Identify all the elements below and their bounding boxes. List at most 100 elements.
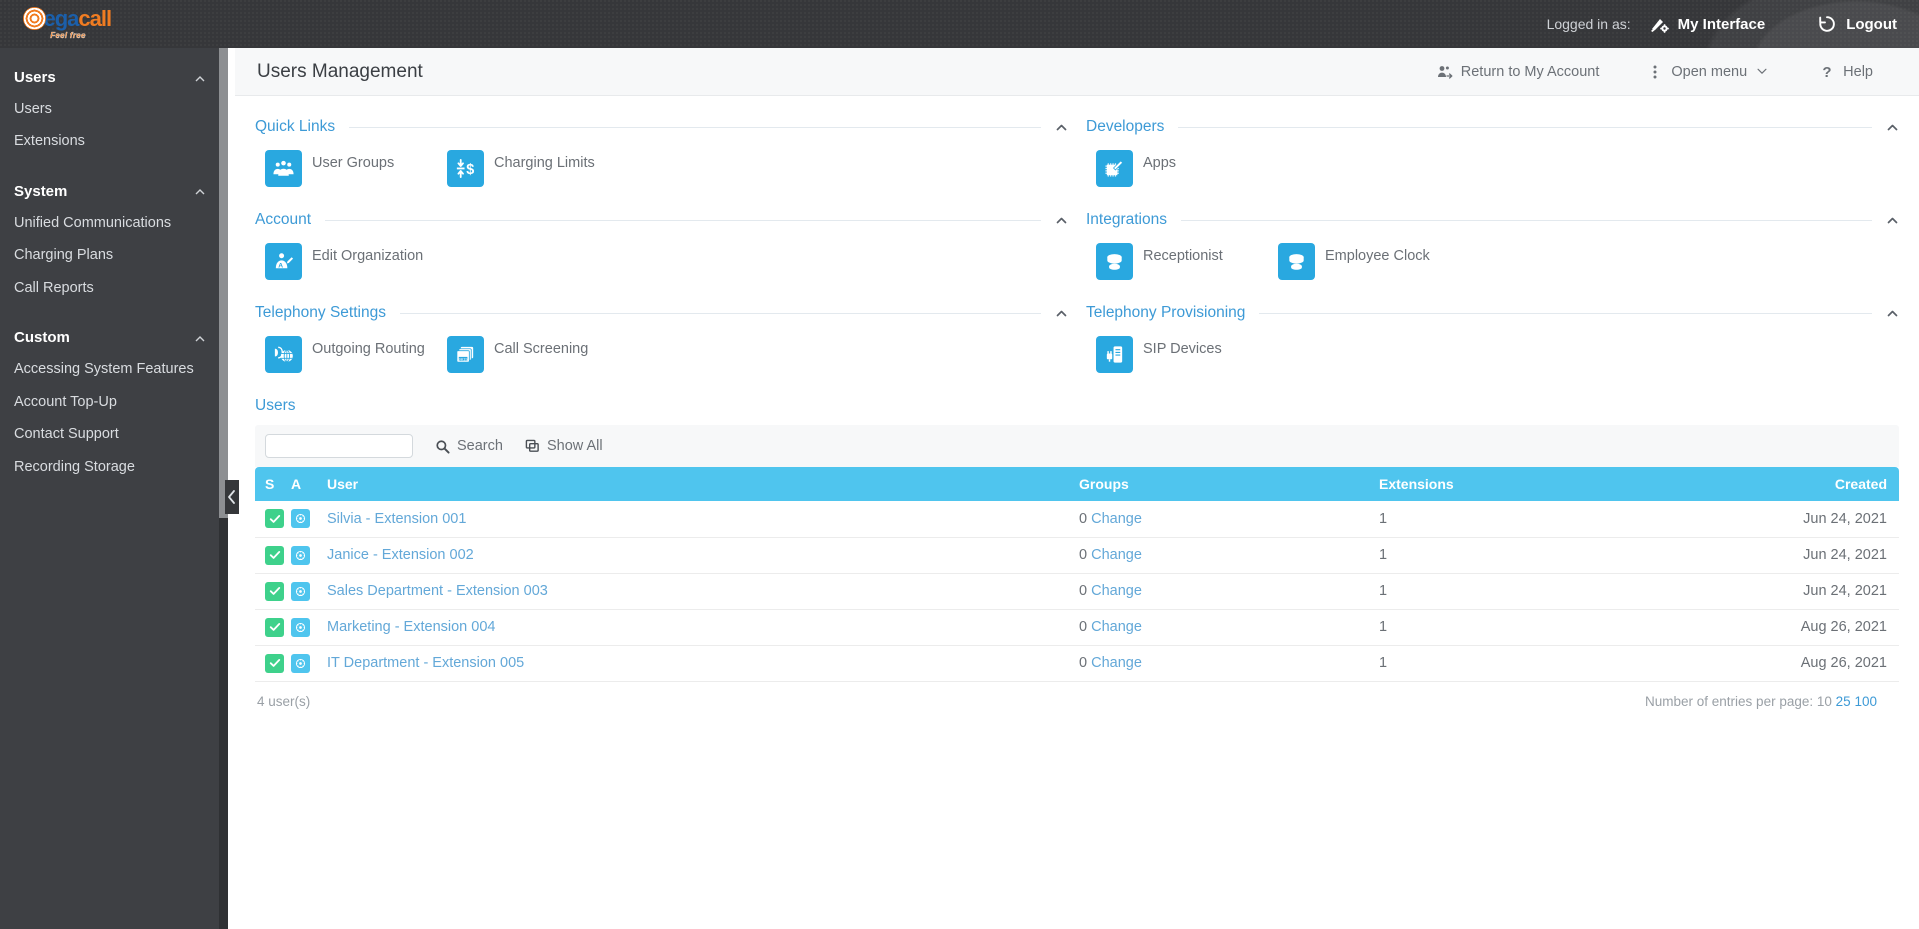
search-icon	[435, 439, 450, 454]
tile-outgoing-routing[interactable]: Outgoing Routing	[265, 336, 447, 373]
open-menu-button[interactable]: Open menu	[1623, 64, 1795, 80]
sidebar-scrollbar-thumb[interactable]	[219, 48, 228, 518]
user-link[interactable]: IT Department - Extension 005	[327, 655, 524, 671]
sections-right-column: Developers Apps Integrations Receptionis…	[1086, 112, 1899, 397]
sip-devices-icon	[1096, 336, 1133, 373]
logout-button[interactable]: Logout	[1817, 14, 1897, 34]
user-link[interactable]: Silvia - Extension 001	[327, 511, 466, 527]
cell-admin	[291, 609, 327, 646]
sidebar-group-header-users[interactable]: Users	[0, 62, 228, 93]
open-menu-label: Open menu	[1671, 63, 1748, 80]
entries-per-page-label: Number of entries per page:	[1645, 693, 1814, 709]
megacall-logo[interactable]: megacall Feel free	[14, 5, 122, 43]
gear-icon[interactable]	[291, 545, 310, 565]
cell-extensions: 1	[1379, 501, 1679, 538]
column-header-created[interactable]: Created	[1679, 467, 1899, 501]
logout-icon	[1817, 14, 1837, 34]
status-checkbox-icon[interactable]	[265, 581, 284, 601]
table-row[interactable]: Janice - Extension 002 0 Change 1 Jun 24…	[255, 537, 1899, 574]
sidebar-item-extensions[interactable]: Extensions	[0, 125, 228, 157]
gear-icon[interactable]	[291, 617, 310, 637]
status-checkbox-icon[interactable]	[265, 545, 284, 565]
users-table-body: Silvia - Extension 001 0 Change 1 Jun 24…	[255, 501, 1899, 682]
section-collapse-chevron-up-icon[interactable]	[1886, 307, 1899, 320]
tile-charging-limits[interactable]: $ Charging Limits	[447, 150, 629, 187]
tile-call-screening[interactable]: 0015 Call Screening	[447, 336, 629, 373]
sidebar-group-header-custom[interactable]: Custom	[0, 322, 228, 353]
search-button[interactable]: Search	[435, 438, 503, 454]
tile-label: Receptionist	[1143, 248, 1223, 264]
column-header-admin[interactable]: A	[291, 467, 327, 501]
gear-icon[interactable]	[291, 509, 310, 529]
show-all-icon	[525, 439, 540, 454]
cell-user: IT Department - Extension 005	[327, 645, 1079, 682]
sidebar-item-recording-storage[interactable]: Recording Storage	[0, 451, 228, 483]
section-developers: Developers Apps	[1086, 118, 1899, 187]
table-row[interactable]: Sales Department - Extension 003 0 Chang…	[255, 573, 1899, 610]
sidebar-item-unified-communications[interactable]: Unified Communications	[0, 207, 228, 239]
cell-created: Aug 26, 2021	[1679, 609, 1899, 646]
search-input[interactable]	[265, 434, 413, 458]
chevron-left-icon	[228, 490, 235, 504]
change-groups-link[interactable]: Change	[1091, 583, 1142, 599]
help-button[interactable]: ? Help	[1795, 64, 1897, 81]
return-to-my-account-button[interactable]: Return to My Account	[1413, 64, 1624, 80]
per-page-option-25[interactable]: 25	[1836, 694, 1851, 709]
section-collapse-chevron-up-icon[interactable]	[1886, 214, 1899, 227]
tile-apps[interactable]: Apps	[1096, 150, 1278, 187]
gear-icon[interactable]	[291, 653, 310, 673]
section-collapse-chevron-up-icon[interactable]	[1055, 214, 1068, 227]
my-interface-button[interactable]: My Interface	[1649, 14, 1765, 34]
change-groups-link[interactable]: Change	[1091, 547, 1142, 563]
column-header-groups[interactable]: Groups	[1079, 467, 1379, 501]
change-groups-link[interactable]: Change	[1091, 511, 1142, 527]
sidebar-item-account-top-up[interactable]: Account Top-Up	[0, 386, 228, 418]
sidebar-item-call-reports[interactable]: Call Reports	[0, 272, 228, 304]
per-page-option-10[interactable]: 10	[1817, 694, 1832, 709]
section-collapse-chevron-up-icon[interactable]	[1055, 121, 1068, 134]
sidebar-item-accessing-system-features[interactable]: Accessing System Features	[0, 353, 228, 385]
table-row[interactable]: Silvia - Extension 001 0 Change 1 Jun 24…	[255, 501, 1899, 538]
change-groups-link[interactable]: Change	[1091, 619, 1142, 635]
show-all-button[interactable]: Show All	[525, 438, 603, 454]
status-checkbox-icon[interactable]	[265, 509, 284, 529]
table-row[interactable]: IT Department - Extension 005 0 Change 1…	[255, 645, 1899, 682]
change-groups-link[interactable]: Change	[1091, 655, 1142, 671]
column-header-extensions[interactable]: Extensions	[1379, 467, 1679, 501]
column-header-user[interactable]: User	[327, 467, 1079, 501]
status-checkbox-icon[interactable]	[265, 653, 284, 673]
cell-admin	[291, 573, 327, 610]
sidebar-item-users[interactable]: Users	[0, 93, 228, 125]
table-header-row: S A User Groups Extensions Created	[255, 467, 1899, 501]
section-title: Quick Links	[255, 118, 336, 135]
sidebar-item-charging-plans[interactable]: Charging Plans	[0, 239, 228, 271]
call-screening-icon: 0015	[447, 336, 484, 373]
sidebar-collapse-handle[interactable]	[225, 480, 239, 514]
user-link[interactable]: Sales Department - Extension 003	[327, 583, 548, 599]
user-link[interactable]: Janice - Extension 002	[327, 547, 474, 563]
cell-groups: 0 Change	[1079, 573, 1379, 610]
status-checkbox-icon[interactable]	[265, 617, 284, 637]
sidebar-item-contact-support[interactable]: Contact Support	[0, 418, 228, 450]
section-collapse-chevron-up-icon[interactable]	[1886, 121, 1899, 134]
entries-per-page: Number of entries per page: 10 25 100	[1645, 694, 1877, 709]
tile-receptionist[interactable]: Receptionist	[1096, 243, 1278, 280]
section-collapse-chevron-up-icon[interactable]	[1055, 307, 1068, 320]
question-icon: ?	[1819, 64, 1835, 81]
column-header-status[interactable]: S	[255, 467, 291, 501]
tile-edit-organization[interactable]: A Edit Organization	[265, 243, 447, 280]
tile-sip-devices[interactable]: SIP Devices	[1096, 336, 1278, 373]
section-title: Developers	[1086, 118, 1165, 135]
table-row[interactable]: Marketing - Extension 004 0 Change 1 Aug…	[255, 609, 1899, 646]
tile-employee-clock[interactable]: Employee Clock	[1278, 243, 1460, 280]
cell-user: Marketing - Extension 004	[327, 609, 1079, 646]
user-link[interactable]: Marketing - Extension 004	[327, 619, 495, 635]
user-groups-icon	[265, 150, 302, 187]
section-divider	[399, 312, 1041, 314]
sidebar-group-header-system[interactable]: System	[0, 176, 228, 207]
section-title: Integrations	[1086, 211, 1167, 228]
gear-icon[interactable]	[291, 581, 310, 601]
tile-user-groups[interactable]: User Groups	[265, 150, 447, 187]
cell-status	[255, 501, 291, 538]
per-page-option-100[interactable]: 100	[1854, 694, 1877, 709]
